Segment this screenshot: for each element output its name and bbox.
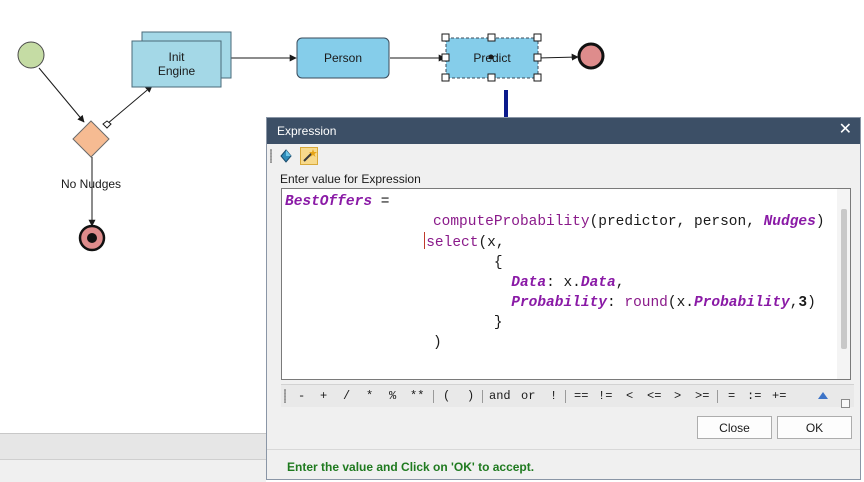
operator-less-equal-button[interactable]: <= xyxy=(647,389,661,403)
background-window-footer xyxy=(0,433,266,482)
operator-open-paren-button[interactable]: ( xyxy=(443,389,450,403)
end-event-dot xyxy=(87,233,97,243)
operator-plus-assign-button[interactable]: += xyxy=(772,389,786,403)
dialog-title: Expression xyxy=(277,124,337,138)
code-identifier: Probability xyxy=(694,295,790,311)
code-token: ) xyxy=(815,214,825,230)
init-engine-label: Init Engine xyxy=(157,50,196,78)
code-token: { xyxy=(493,255,503,271)
code-function: select xyxy=(426,235,479,251)
operator-and-button[interactable]: and xyxy=(489,389,511,403)
operator-toolbar: - + / * % ** ( ) and or ! == != < <= > >… xyxy=(281,384,854,408)
code-token: (x, xyxy=(478,235,505,251)
code-token: (x. xyxy=(667,295,694,311)
operator-toolbar-grip[interactable] xyxy=(284,389,286,403)
editor-scrollbar[interactable] xyxy=(837,189,850,379)
expression-editor[interactable]: BestOffers = computeProbability(predicto… xyxy=(281,188,851,380)
operator-plus-button[interactable]: + xyxy=(320,389,327,403)
code-identifier: Data xyxy=(580,275,616,291)
code-number: 3 xyxy=(798,295,808,311)
code-token: : x. xyxy=(546,275,581,291)
end-event-main[interactable] xyxy=(577,42,605,70)
operator-multiply-button[interactable]: * xyxy=(366,389,373,403)
operator-minus-button[interactable]: - xyxy=(298,389,305,403)
operator-power-button[interactable]: ** xyxy=(410,389,424,403)
toolbar-separator xyxy=(717,390,718,403)
code-identifier: Data xyxy=(511,275,547,291)
start-event[interactable] xyxy=(17,41,45,69)
operator-greater-equal-button[interactable]: >= xyxy=(695,389,709,403)
exclusive-gateway[interactable] xyxy=(72,120,110,158)
flow-predict-to-end xyxy=(537,53,579,61)
code-token: (predictor, person, xyxy=(589,214,764,230)
operator-equal-button[interactable]: == xyxy=(574,389,588,403)
dialog-toolbar xyxy=(267,144,860,168)
dialog-status-bar: Enter the value and Click on 'OK' to acc… xyxy=(267,449,860,480)
expression-prompt: Enter value for Expression xyxy=(280,172,421,186)
code-function: round xyxy=(624,295,668,311)
code-identifier: Nudges xyxy=(763,214,816,230)
ok-button[interactable]: OK xyxy=(777,416,852,439)
scrollbar-thumb[interactable] xyxy=(841,209,847,349)
cube-icon[interactable] xyxy=(277,147,295,165)
code-token: , xyxy=(615,275,625,291)
operator-close-paren-button[interactable]: ) xyxy=(467,389,474,403)
operator-greater-button[interactable]: > xyxy=(674,389,681,403)
status-message: Enter the value and Click on 'OK' to acc… xyxy=(287,460,535,474)
no-nudges-label: No Nudges xyxy=(61,177,122,191)
code-token: = xyxy=(372,194,390,210)
flow-start-to-gateway xyxy=(38,67,85,123)
scroll-up-icon[interactable] xyxy=(818,392,828,399)
expression-dialog: Expression ✕ Enter value for Expression … xyxy=(266,117,861,480)
code-identifier: Probability xyxy=(511,295,607,311)
code-token: ) xyxy=(807,295,816,311)
code-token: } xyxy=(493,315,503,331)
magic-wand-icon[interactable] xyxy=(300,147,318,165)
code-token: : xyxy=(606,295,625,311)
operator-assign-button[interactable]: = xyxy=(728,389,735,403)
operator-less-button[interactable]: < xyxy=(626,389,633,403)
toolbar-separator xyxy=(433,390,434,403)
code-function: computeProbability xyxy=(432,214,590,230)
person-label: Person xyxy=(323,51,363,65)
operator-colon-assign-button[interactable]: := xyxy=(747,389,761,403)
toolbar-grip[interactable] xyxy=(270,149,272,163)
overflow-dropdown-icon[interactable] xyxy=(841,399,850,408)
operator-divide-button[interactable]: / xyxy=(343,389,350,403)
flow-gateway-to-init xyxy=(106,85,153,125)
operator-modulo-button[interactable]: % xyxy=(389,389,396,403)
dialog-titlebar[interactable]: Expression ✕ xyxy=(267,118,860,144)
toolbar-separator xyxy=(482,390,483,403)
close-button[interactable]: Close xyxy=(697,416,772,439)
operator-not-equal-button[interactable]: != xyxy=(598,389,612,403)
toolbar-separator xyxy=(565,390,566,403)
code-identifier: BestOffers xyxy=(285,194,373,210)
operator-or-button[interactable]: or xyxy=(521,389,535,403)
close-icon[interactable]: ✕ xyxy=(839,121,852,139)
operator-not-button[interactable]: ! xyxy=(550,389,557,403)
predict-label: Predict xyxy=(473,51,511,65)
code-token: ) xyxy=(432,335,442,351)
